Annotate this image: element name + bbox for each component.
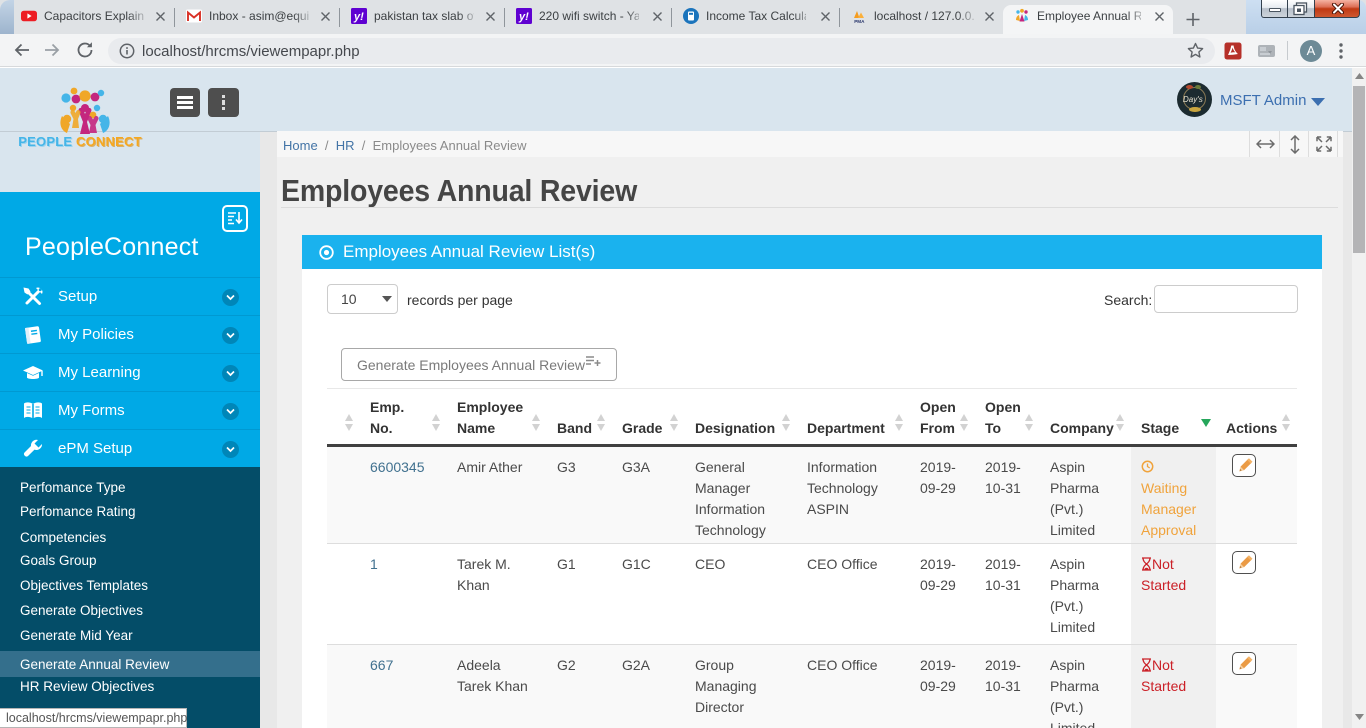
- svg-text:PMA: PMA: [854, 19, 865, 24]
- svg-text:y!: y!: [518, 11, 529, 23]
- svg-text:y!: y!: [353, 11, 364, 23]
